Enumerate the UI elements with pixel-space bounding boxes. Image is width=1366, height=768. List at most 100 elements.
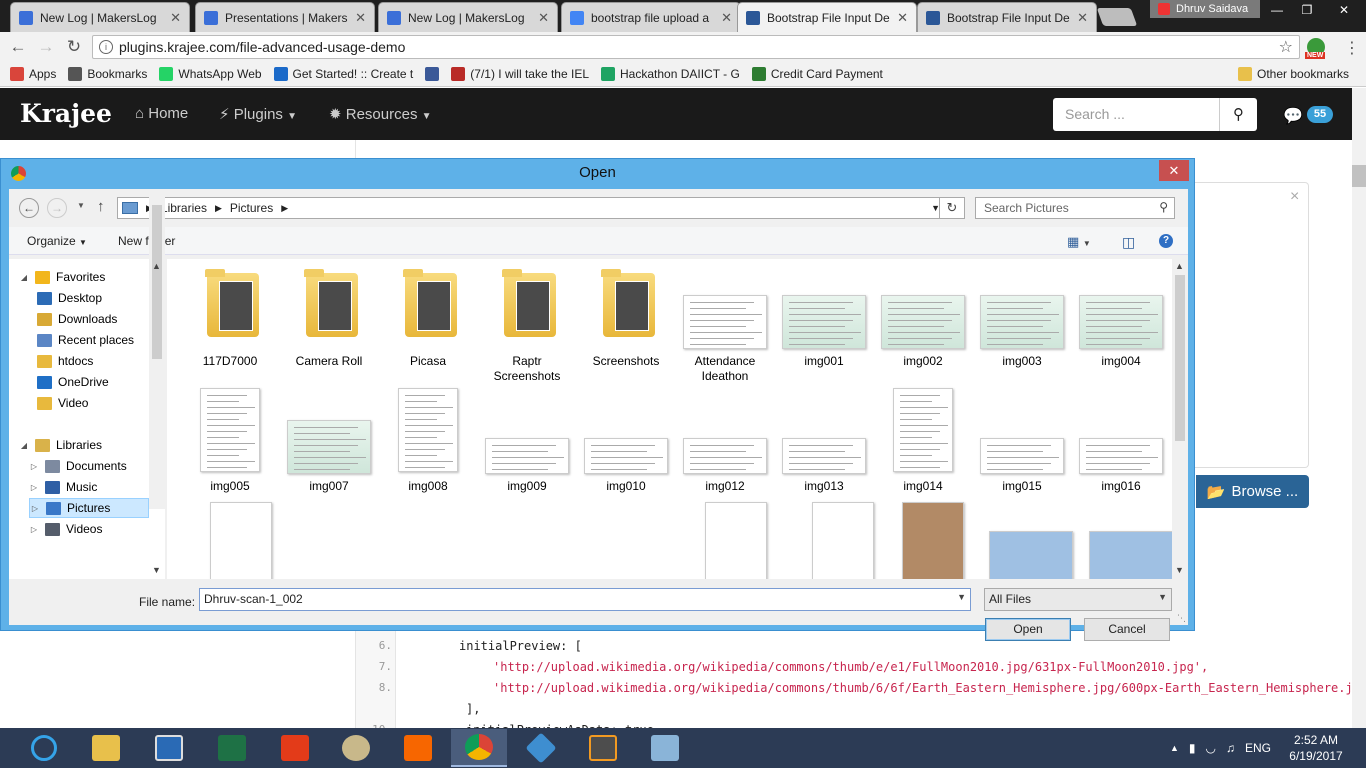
info-icon[interactable]: i <box>99 40 113 54</box>
file-item[interactable]: Picasa <box>383 259 473 377</box>
tab-close-icon[interactable]: ✕ <box>170 10 181 26</box>
nav-item[interactable]: ▷ Music <box>29 477 149 497</box>
nav-scrollbar-thumb[interactable] <box>152 205 162 359</box>
nav-item[interactable]: ◢ Favorites <box>19 267 147 287</box>
sublime-button[interactable] <box>575 729 631 767</box>
nav-resources[interactable]: ✹ Resources ▼ <box>329 105 432 123</box>
file-item[interactable]: img010 <box>581 383 671 501</box>
browser-tab[interactable]: Bootstrap File Input De ✕ <box>737 2 917 32</box>
preview-pane-icon[interactable]: ◫ <box>1122 234 1135 251</box>
file-item[interactable]: img002 <box>878 259 968 377</box>
nav-home[interactable]: ⌂ Home <box>135 105 188 122</box>
nav-item[interactable]: ◢ Libraries <box>19 435 147 455</box>
collapsed-caret-icon[interactable]: ▷ <box>29 525 39 534</box>
open-button[interactable]: Open <box>985 618 1071 641</box>
nav-item[interactable]: OneDrive <box>37 372 147 392</box>
breadcrumb-pictures[interactable]: Pictures <box>230 201 273 215</box>
language-indicator[interactable]: ENG <box>1245 741 1271 755</box>
refresh-icon[interactable]: ↻ <box>939 197 965 219</box>
volume-icon[interactable]: ♫ <box>1226 741 1235 755</box>
file-item[interactable]: Attendance Ideathon <box>680 259 770 383</box>
office-button[interactable] <box>267 729 323 767</box>
restore-icon[interactable]: ❐ <box>1292 0 1322 20</box>
control-panel-button[interactable] <box>637 729 693 767</box>
file-scrollbar-thumb[interactable] <box>1175 275 1185 441</box>
file-item[interactable]: img015 <box>977 383 1067 501</box>
browser-tab[interactable]: bootstrap file upload a ✕ <box>561 2 741 32</box>
minimize-icon[interactable]: — <box>1262 0 1292 20</box>
bookmark-item[interactable]: Credit Card Payment <box>751 67 883 81</box>
file-item[interactable]: img003 <box>977 259 1067 377</box>
tab-close-icon[interactable]: ✕ <box>538 10 549 26</box>
browser-tab[interactable]: New Log | MakersLog ✕ <box>10 2 190 32</box>
recent-dropdown-icon[interactable]: ▼ <box>77 201 85 210</box>
bookmark-star-icon[interactable]: ☆ <box>1279 37 1293 57</box>
collapsed-caret-icon[interactable]: ▷ <box>29 483 39 492</box>
file-item[interactable]: img001 <box>779 259 869 377</box>
file-item[interactable]: Screenshots <box>581 259 671 377</box>
file-item[interactable]: img005 <box>185 383 275 501</box>
search-pictures-input[interactable]: Search Pictures ⚲ <box>975 197 1175 219</box>
scroll-down-icon[interactable]: ▼ <box>152 565 161 575</box>
nav-plugins[interactable]: ⚡ Plugins ▼ <box>219 105 297 123</box>
nav-item[interactable]: Recent places <box>37 330 147 350</box>
git-button[interactable] <box>513 729 569 767</box>
help-icon[interactable]: ? <box>1159 234 1173 248</box>
up-icon[interactable]: ↑ <box>97 198 105 215</box>
address-bar[interactable]: i plugins.krajee.com/file-advanced-usage… <box>92 35 1300 59</box>
expanded-caret-icon[interactable]: ◢ <box>19 273 29 282</box>
chat-icon[interactable]: 💬 <box>1283 106 1303 126</box>
browse-button[interactable]: 📂 Browse ... <box>1196 475 1309 508</box>
nav-item[interactable]: ▷ Videos <box>29 519 149 539</box>
scroll-up-icon[interactable]: ▲ <box>152 261 161 271</box>
dialog-path-bar[interactable]: ▶ Libraries ▶ Pictures ▶ ▼ <box>117 197 945 219</box>
new-folder-button[interactable]: New folder <box>118 234 175 248</box>
file-item[interactable]: img009 <box>482 383 572 501</box>
forward-icon[interactable]: → <box>47 198 67 218</box>
file-item[interactable]: 117D7000 <box>185 259 275 377</box>
close-icon[interactable]: × <box>1290 188 1299 206</box>
tab-close-icon[interactable]: ✕ <box>897 10 908 26</box>
clock[interactable]: 2:52 AM 6/19/2017 <box>1280 732 1352 764</box>
search-icon[interactable]: ⚲ <box>1219 98 1257 131</box>
tab-close-icon[interactable]: ✕ <box>721 10 732 26</box>
chrome-button[interactable] <box>451 729 507 767</box>
menu-icon[interactable]: ⋮ <box>1344 38 1360 58</box>
collapsed-caret-icon[interactable]: ▷ <box>30 504 40 513</box>
page-scrollbar-thumb[interactable] <box>1352 165 1366 187</box>
show-hidden-icons[interactable]: ▲ <box>1170 743 1179 753</box>
scroll-down-icon[interactable]: ▼ <box>1175 565 1184 575</box>
file-item[interactable]: img013 <box>779 383 869 501</box>
file-name-input[interactable]: Dhruv-scan-1_002 ▼ <box>199 588 971 611</box>
dialog-close-button[interactable]: ✕ <box>1159 160 1189 181</box>
site-search-input[interactable]: Search ... <box>1053 98 1219 131</box>
back-icon[interactable]: ← <box>8 37 28 57</box>
organize-button[interactable]: Organize ▼ <box>27 234 87 248</box>
nav-item[interactable]: htdocs <box>37 351 147 371</box>
bookmark-item[interactable] <box>425 67 440 81</box>
file-item[interactable]: img012 <box>680 383 770 501</box>
file-item[interactable]: img007 <box>284 383 374 501</box>
tab-close-icon[interactable]: ✕ <box>1077 10 1088 26</box>
lenovo-button[interactable] <box>141 729 197 767</box>
file-item[interactable]: img008 <box>383 383 473 501</box>
battery-icon[interactable]: ▮ <box>1189 741 1196 755</box>
scroll-up-icon[interactable]: ▲ <box>1175 261 1184 271</box>
browser-tab[interactable]: New Log | MakersLog ✕ <box>378 2 558 32</box>
tab-close-icon[interactable]: ✕ <box>355 10 366 26</box>
bookmark-item[interactable]: Hackathon DAIICT - G <box>601 67 740 81</box>
browser-tab[interactable]: Presentations | Makers ✕ <box>195 2 375 32</box>
bookmark-item[interactable]: (7/1) I will take the IEL <box>451 67 589 81</box>
file-item[interactable]: img004 <box>1076 259 1166 377</box>
file-item[interactable]: img016 <box>1076 383 1166 501</box>
other-bookmarks[interactable]: Other bookmarks <box>1238 67 1349 81</box>
nav-item[interactable]: ▷ Documents <box>29 456 149 476</box>
nav-item[interactable]: Desktop <box>37 288 147 308</box>
bookmark-item[interactable]: Bookmarks <box>68 67 147 81</box>
site-brand[interactable]: Krajee <box>20 99 112 128</box>
nav-item[interactable]: Video <box>37 393 147 413</box>
bookmark-item[interactable]: Get Started! :: Create t <box>273 67 413 81</box>
bookmark-item[interactable]: WhatsApp Web <box>159 67 262 81</box>
explorer-button[interactable] <box>78 729 134 767</box>
breadcrumb-libraries[interactable]: Libraries <box>161 201 207 215</box>
